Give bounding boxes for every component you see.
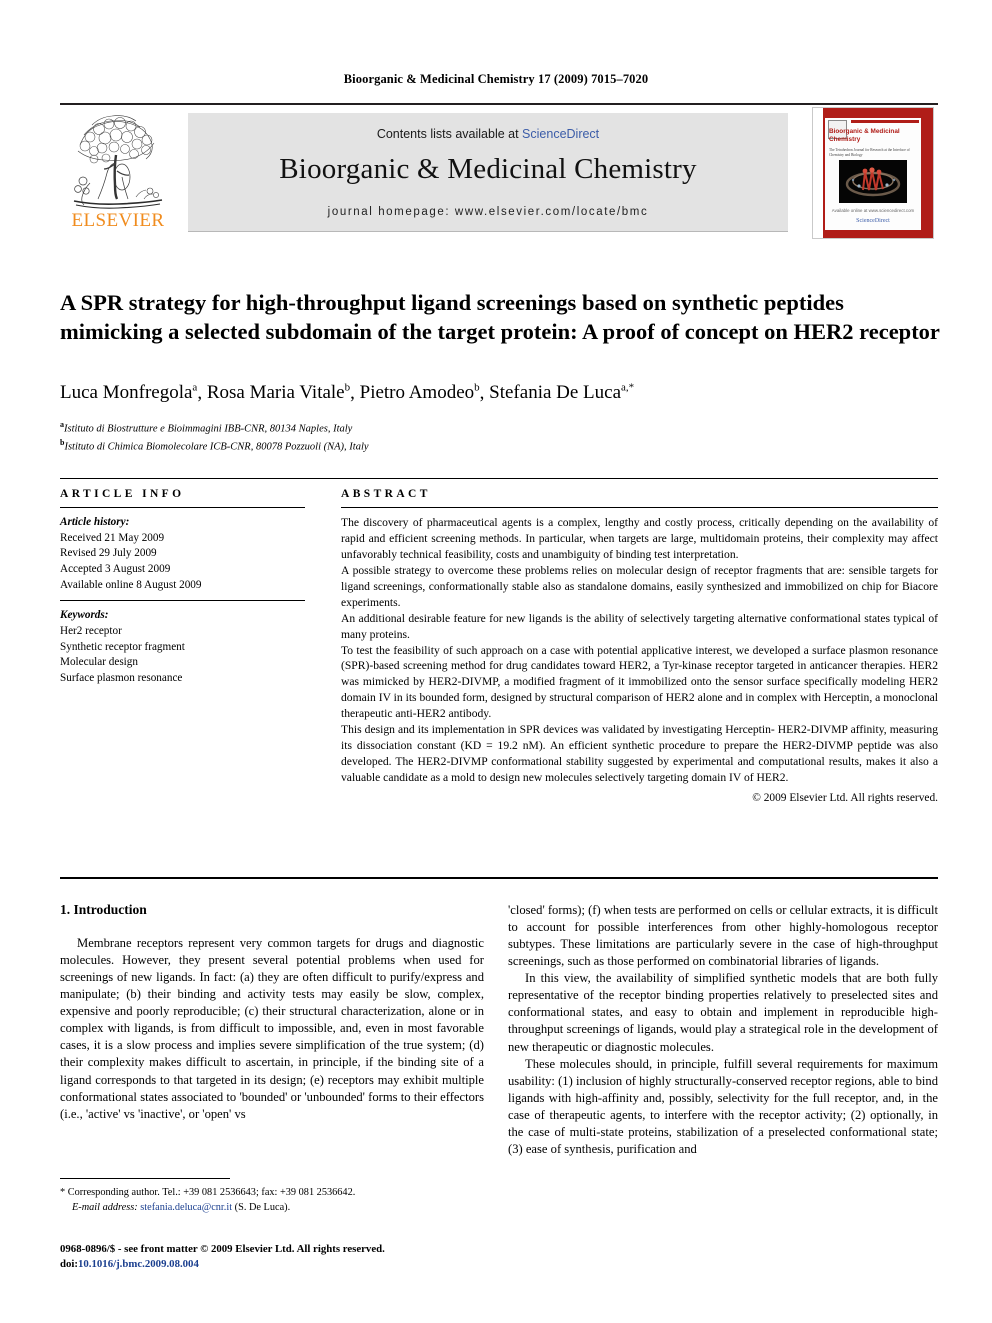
abstract-paragraph-5: This design and its implementation in SP… [341, 723, 938, 784]
cover-sciencedirect-mark: ScienceDirect [856, 218, 890, 224]
contents-lists-prefix: Contents lists available at [376, 127, 523, 141]
keyword-1: Her2 receptor [60, 625, 122, 638]
keywords-label: Keywords: [60, 609, 109, 622]
journal-masthead: ELSEVIER Contents lists available at Sci… [60, 103, 938, 239]
journal-title-band: Contents lists available at ScienceDirec… [188, 113, 788, 232]
issn-copyright-line: 0968-0896/$ - see front matter © 2009 El… [60, 1243, 385, 1255]
author-2: Rosa Maria Vitaleb [206, 382, 351, 404]
article-info-divider [60, 507, 305, 508]
cover-subtitle: The Tetrahedron Journal for Research at … [829, 148, 910, 157]
doi-link[interactable]: 10.1016/j.bmc.2009.08.004 [78, 1258, 199, 1270]
elsevier-tree-icon [73, 115, 163, 209]
cover-footer-text: Available online at www.sciencedirect.co… [831, 208, 915, 213]
elsevier-wordmark: ELSEVIER [71, 210, 165, 231]
doi-label: doi: [60, 1258, 78, 1271]
body-column-left: 1. Introduction Membrane receptors repre… [60, 902, 484, 1123]
abstract-heading: ABSTRACT [341, 488, 431, 500]
abstract-paragraph-3: An additional desirable feature for new … [341, 611, 938, 641]
sciencedirect-link[interactable]: ScienceDirect [522, 127, 599, 141]
running-head: Bioorganic & Medicinal Chemistry 17 (200… [343, 72, 649, 86]
cover-accent-bar [851, 120, 919, 123]
corresponding-author-line: * Corresponding author. Tel.: +39 081 25… [60, 1187, 356, 1198]
email-owner: (S. De Luca). [234, 1201, 291, 1213]
author-2-affiliation-mark: b [344, 382, 351, 394]
author-1-affiliation-mark: a [192, 382, 198, 394]
affiliation-a: aIstituto di Biostrutture e Bioimmagini … [60, 420, 353, 435]
article-history-label: Article history: [60, 516, 130, 528]
abstract-paragraph-2: A possible strategy to overcome these pr… [341, 563, 938, 609]
doi-line: doi:10.1016/j.bmc.2009.08.004 [60, 1257, 580, 1272]
email-line: E-mail address: stefania.deluca@cnr.it (… [60, 1201, 490, 1216]
affiliation-b: bIstituto di Chimica Biomolecolare ICB-C… [60, 438, 369, 453]
author-1: Luca Monfregolaa [60, 382, 198, 404]
body-paragraph-right-1: 'closed' forms); (f) when tests are perf… [508, 903, 938, 969]
abstract-divider [341, 507, 938, 508]
author-list: Luca Monfregolaa, Rosa Maria Vitaleb, Pi… [60, 382, 635, 404]
affiliation-list: aIstituto di Biostrutture e Bioimmagini … [60, 419, 940, 456]
abstract-paragraph-4: To test the feasibility of such approach… [341, 643, 938, 721]
abstract-text: The discovery of pharmaceutical agents i… [341, 515, 938, 786]
contents-lists-line: Contents lists available at ScienceDirec… [188, 127, 788, 141]
history-revised: Revised 29 July 2009 [60, 547, 157, 560]
introduction-text-right: 'closed' forms); (f) when tests are perf… [508, 902, 938, 1158]
info-section-top-rule [60, 478, 938, 479]
keyword-2: Synthetic receptor fragment [60, 640, 185, 653]
molecule-illustration-icon [839, 160, 907, 203]
article-info-column: ARTICLE INFO Article history: Received 2… [60, 488, 305, 687]
journal-title: Bioorganic & Medicinal Chemistry [279, 153, 697, 185]
footnote-rule [60, 1178, 230, 1179]
article-history-block: Article history: Received 21 May 2009 Re… [60, 515, 305, 593]
keyword-4: Surface plasmon resonance [60, 672, 183, 685]
abstract-paragraph-1: The discovery of pharmaceutical agents i… [341, 516, 938, 561]
body-paragraph-right-2: In this view, the availability of simpli… [508, 971, 938, 1054]
history-received: Received 21 May 2009 [60, 531, 165, 544]
keyword-3: Molecular design [60, 656, 138, 669]
email-link[interactable]: stefania.deluca@cnr.it [140, 1202, 232, 1213]
keywords-divider [60, 600, 305, 602]
cover-molecular-graphic [839, 160, 907, 203]
email-label: E-mail address: [72, 1201, 138, 1213]
author-3-affiliation-mark: b [474, 382, 480, 394]
section-heading-introduction: 1. Introduction [60, 902, 147, 917]
cover-title: Bioorganic & Medicinal Chemistry [829, 128, 900, 143]
journal-cover-thumbnail: Bioorganic & Medicinal Chemistry The Tet… [812, 107, 934, 239]
history-available-online: Available online 8 August 2009 [60, 578, 202, 591]
corresponding-author-marker: * [60, 1187, 68, 1198]
body-column-right: 'closed' forms); (f) when tests are perf… [508, 902, 938, 1158]
history-accepted: Accepted 3 August 2009 [60, 563, 171, 576]
journal-article-page: Bioorganic & Medicinal Chemistry 17 (200… [0, 0, 992, 1323]
author-4: Stefania De Lucaa,* [489, 382, 635, 404]
body-paragraph-left-1: Membrane receptors represent very common… [60, 936, 484, 1121]
elsevier-logo: ELSEVIER [66, 111, 170, 233]
abstract-copyright: © 2009 Elsevier Ltd. All rights reserved… [752, 791, 938, 804]
introduction-text-left: Membrane receptors represent very common… [60, 935, 484, 1123]
article-info-heading: ARTICLE INFO [60, 488, 185, 500]
body-paragraph-right-3: These molecules should, in principle, fu… [508, 1056, 938, 1156]
corresponding-author-footnote: * Corresponding author. Tel.: +39 081 25… [60, 1186, 490, 1215]
keywords-block: Keywords: Her2 receptor Synthetic recept… [60, 608, 305, 686]
imprint-block: 0968-0896/$ - see front matter © 2009 El… [60, 1242, 580, 1273]
author-4-affiliation-mark: a,* [621, 382, 635, 394]
abstract-column: ABSTRACT The discovery of pharmaceutical… [341, 488, 938, 804]
author-3: Pietro Amodeob [359, 382, 480, 404]
abstract-bottom-rule [60, 877, 938, 879]
journal-homepage-link[interactable]: journal homepage: www.elsevier.com/locat… [188, 206, 788, 218]
article-title: A SPR strategy for high-throughput ligan… [60, 290, 940, 345]
